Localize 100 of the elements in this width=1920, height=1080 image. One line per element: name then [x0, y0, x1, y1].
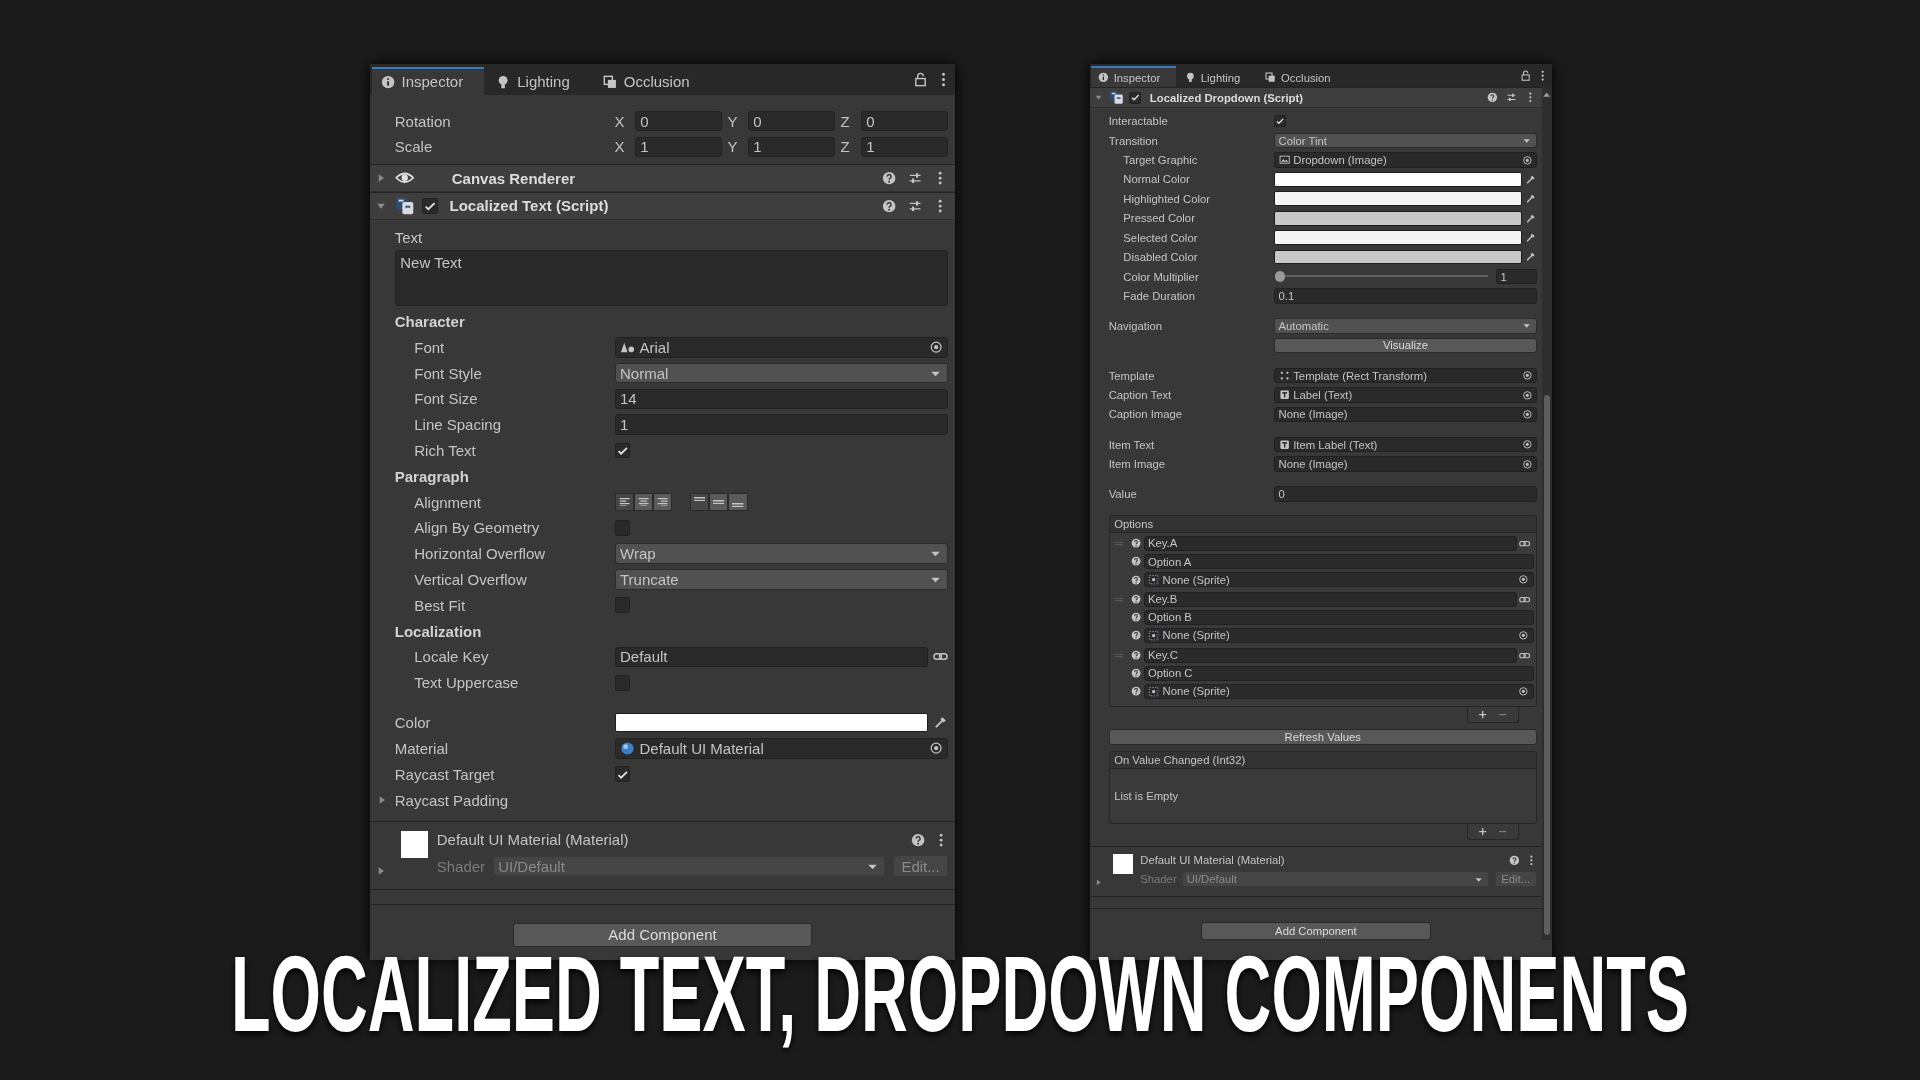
tab[interactable]: Inspector: [1091, 66, 1176, 88]
component-header[interactable]: Localized Dropdown (Script): [1090, 87, 1542, 109]
object-field[interactable]: Arial: [614, 337, 949, 358]
field-label: Shader: [1140, 873, 1177, 886]
field-label: Text: [394, 228, 424, 246]
field-label: Text Uppercase: [413, 674, 520, 692]
field-label: Navigation: [1108, 320, 1164, 333]
material-title: Default UI Material (Material): [436, 831, 629, 849]
axis-label: X: [614, 138, 626, 156]
field-label: Material: [394, 740, 450, 758]
input-field[interactable]: 14: [614, 388, 949, 410]
tab[interactable]: Lighting: [487, 67, 591, 95]
list-header: Options: [1109, 515, 1536, 534]
axis-label: X: [614, 112, 626, 130]
field-label: Interactable: [1108, 115, 1169, 128]
field-label: Font: [413, 338, 446, 356]
dropdown[interactable]: Truncate: [614, 569, 949, 590]
input-field[interactable]: Option B: [1143, 609, 1534, 626]
field-label: Character: [394, 313, 466, 331]
field-label: Item Text: [1108, 438, 1156, 451]
number-field[interactable]: 0: [634, 110, 723, 132]
field-label: Selected Color: [1122, 231, 1199, 244]
field-label: Template: [1108, 369, 1156, 382]
field-label: Align By Geometry: [413, 519, 541, 537]
object-field[interactable]: None (Sprite): [1143, 627, 1534, 644]
axis-label: Y: [727, 112, 739, 130]
dropdown[interactable]: Color Tint: [1274, 132, 1537, 149]
field-label: Locale Key: [413, 648, 490, 666]
field-label: Vertical Overflow: [413, 571, 528, 588]
field-label: Localization: [394, 622, 483, 640]
add-component-button[interactable]: Add Component: [1200, 922, 1432, 941]
object-field[interactable]: Dropdown (Image): [1274, 152, 1537, 168]
object-field[interactable]: None (Sprite): [1143, 683, 1534, 699]
tab[interactable]: Occlusion: [593, 67, 711, 95]
input-field[interactable]: 0.1: [1274, 288, 1537, 304]
number-field[interactable]: 1: [747, 136, 836, 158]
field-label: Font Style: [413, 364, 483, 382]
field-label: Disabled Color: [1122, 251, 1199, 264]
input-field[interactable]: Key.C: [1143, 647, 1517, 663]
add-component-button[interactable]: Add Component: [513, 922, 812, 947]
number-field[interactable]: 0: [747, 110, 836, 132]
field-label: Rich Text: [413, 442, 477, 459]
text-area[interactable]: New Text: [394, 250, 949, 306]
object-field[interactable]: None (Image): [1274, 406, 1537, 423]
component-header[interactable]: Localized Text (Script): [370, 192, 955, 220]
field-label: Scale: [394, 138, 434, 156]
number-field[interactable]: 1: [860, 136, 949, 158]
material-title: Default UI Material (Material): [1140, 854, 1285, 866]
axis-label: Y: [727, 138, 739, 156]
component-header[interactable]: Canvas Renderer: [370, 164, 955, 193]
refresh-button[interactable]: Refresh Values: [1108, 728, 1537, 745]
field-label: Color Multiplier: [1122, 270, 1200, 283]
field-label: Item Image: [1108, 458, 1167, 470]
input-field[interactable]: 1: [614, 414, 949, 436]
field-label: Highlighted Color: [1122, 192, 1211, 205]
input-field[interactable]: Default: [614, 646, 928, 668]
event-header: On Value Changed (Int32): [1109, 751, 1536, 770]
input-field[interactable]: Key.B: [1143, 591, 1517, 607]
axis-label: Z: [840, 138, 851, 156]
component-title: Canvas Renderer: [451, 169, 576, 187]
input-field[interactable]: Option A: [1143, 553, 1534, 570]
field-label: Shader: [436, 857, 486, 875]
field-label: Rotation: [394, 112, 452, 130]
input-field[interactable]: Option C: [1143, 665, 1534, 681]
field-label: Font Size: [413, 390, 479, 408]
object-field[interactable]: Template (Rect Transform): [1274, 367, 1537, 384]
input-field[interactable]: 1: [1496, 268, 1537, 285]
number-field[interactable]: 1: [634, 136, 723, 158]
input-field[interactable]: Key.A: [1143, 535, 1517, 552]
object-field[interactable]: None (Image): [1274, 456, 1537, 472]
field-label: Paragraph: [394, 467, 470, 485]
field-label[interactable]: Raycast Padding: [394, 791, 615, 809]
field-label: Best Fit: [413, 596, 467, 614]
field-label: Color: [394, 714, 432, 732]
field-label: Alignment: [413, 493, 482, 511]
object-field[interactable]: Default UI Material: [614, 738, 949, 759]
field-label: Horizontal Overflow: [413, 545, 547, 563]
field-label: Caption Text: [1108, 389, 1173, 401]
dropdown[interactable]: Automatic: [1274, 318, 1537, 334]
field-label: Value: [1108, 488, 1138, 501]
tab[interactable]: Occlusion: [1258, 66, 1347, 88]
dropdown[interactable]: Wrap: [614, 543, 949, 565]
tab[interactable]: Inspector: [371, 67, 485, 95]
input-field[interactable]: 0: [1274, 486, 1537, 502]
field-label: Fade Duration: [1122, 289, 1196, 302]
field-label: Raycast Target: [394, 765, 496, 783]
component-title: Localized Text (Script): [449, 197, 609, 215]
object-field[interactable]: None (Sprite): [1143, 571, 1534, 588]
tab[interactable]: Lighting: [1178, 66, 1257, 88]
field-label: Transition: [1108, 134, 1159, 147]
field-label: Normal Color: [1122, 173, 1191, 186]
empty-message: List is Empty: [1114, 790, 1179, 803]
object-field[interactable]: Item Label (Text): [1274, 436, 1537, 453]
visualize-button[interactable]: Visualize: [1274, 338, 1537, 353]
dropdown[interactable]: Normal: [614, 362, 949, 384]
object-field[interactable]: Label (Text): [1274, 387, 1537, 403]
field-label: Target Graphic: [1122, 153, 1199, 166]
field-label: Caption Image: [1108, 408, 1184, 421]
component-title: Localized Dropdown (Script): [1149, 91, 1303, 104]
number-field[interactable]: 0: [860, 110, 949, 132]
